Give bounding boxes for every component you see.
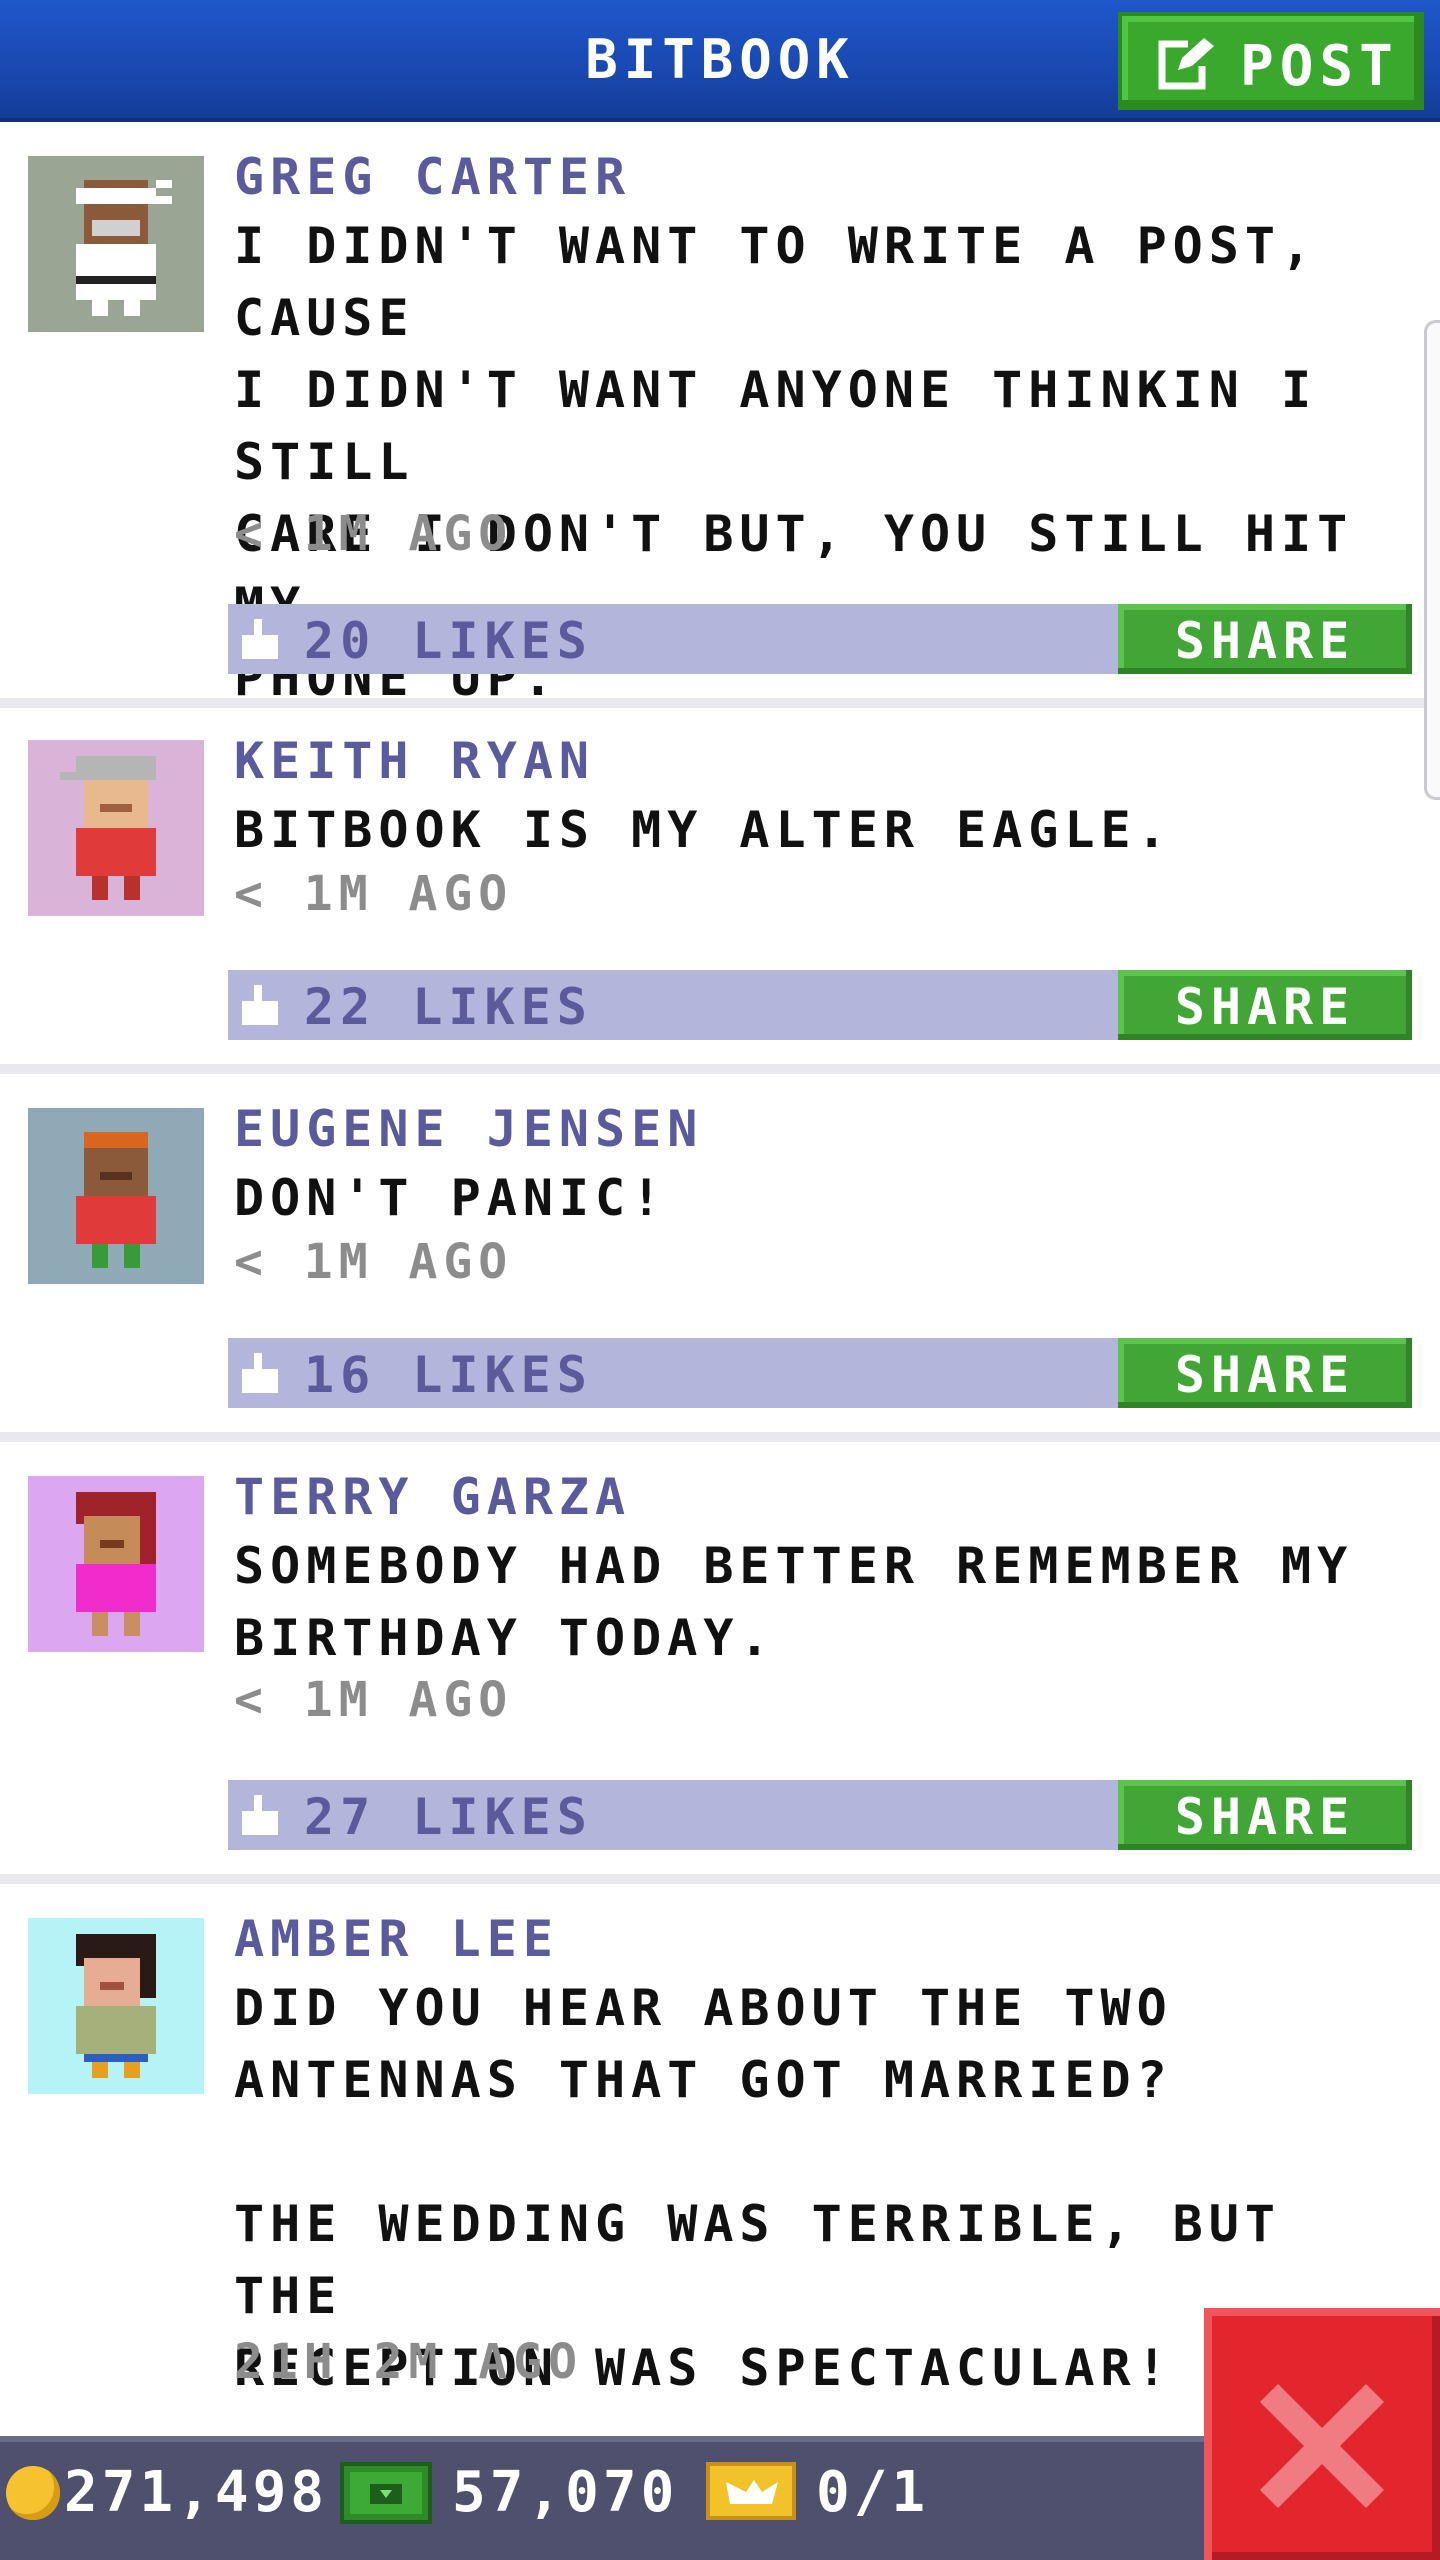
thumbs-up-icon bbox=[242, 985, 278, 1025]
avatar bbox=[28, 1108, 204, 1284]
post-body: DON'T PANIC! bbox=[234, 1169, 668, 1227]
edit-icon bbox=[1158, 36, 1216, 90]
close-icon bbox=[1260, 2384, 1384, 2508]
avatar bbox=[28, 156, 204, 332]
thumbs-up-icon bbox=[242, 1353, 278, 1393]
avatar bbox=[28, 1918, 204, 2094]
share-button[interactable]: SHARE bbox=[1118, 1338, 1412, 1408]
like-count: 22 LIKES bbox=[304, 978, 593, 1036]
like-count: 27 LIKES bbox=[304, 1788, 593, 1846]
bux-icon bbox=[340, 2462, 432, 2524]
close-button[interactable] bbox=[1204, 2308, 1440, 2560]
divider bbox=[0, 1874, 1440, 1884]
share-button[interactable]: SHARE bbox=[1118, 970, 1412, 1040]
like-bar[interactable]: 22 LIKES SHARE bbox=[228, 970, 1412, 1040]
header-bar: BITBOOK POST bbox=[0, 0, 1440, 122]
post-time: < 1M AGO bbox=[234, 866, 514, 922]
share-label: SHARE bbox=[1174, 1346, 1356, 1404]
coin-icon bbox=[6, 2466, 60, 2520]
post-button[interactable]: POST bbox=[1118, 12, 1424, 110]
like-bar[interactable]: 20 LIKES SHARE bbox=[228, 604, 1412, 674]
like-count: 20 LIKES bbox=[304, 612, 593, 670]
post-author[interactable]: KEITH RYAN bbox=[234, 732, 595, 790]
like-bar[interactable]: 27 LIKES SHARE bbox=[228, 1780, 1412, 1850]
share-button[interactable]: SHARE bbox=[1118, 1780, 1412, 1850]
share-label: SHARE bbox=[1174, 1788, 1356, 1846]
post-time: < 1M AGO bbox=[234, 1672, 514, 1728]
post-author[interactable]: AMBER LEE bbox=[234, 1910, 559, 1968]
divider bbox=[0, 1064, 1440, 1074]
scrollbar[interactable] bbox=[1424, 320, 1440, 800]
thumbs-up-icon bbox=[242, 1795, 278, 1835]
divider bbox=[0, 698, 1440, 708]
divider bbox=[0, 1432, 1440, 1442]
post-body: SOMEBODY HAD BETTER REMEMBER MY BIRTHDAY… bbox=[234, 1537, 1354, 1667]
post-author[interactable]: TERRY GARZA bbox=[234, 1468, 631, 1526]
post-time: 21H 2M AGO bbox=[234, 2334, 583, 2390]
ticket-count: 0/1 bbox=[816, 2460, 930, 2525]
thumbs-up-icon bbox=[242, 619, 278, 659]
share-button[interactable]: SHARE bbox=[1118, 604, 1412, 674]
coin-count: 271,498 bbox=[64, 2460, 329, 2525]
bux-count: 57,070 bbox=[452, 2460, 679, 2525]
post-author[interactable]: EUGENE JENSEN bbox=[234, 1100, 703, 1158]
post-body: BITBOOK IS MY ALTER EAGLE. bbox=[234, 801, 1173, 859]
share-label: SHARE bbox=[1174, 978, 1356, 1036]
like-bar[interactable]: 16 LIKES SHARE bbox=[228, 1338, 1412, 1408]
post-author[interactable]: GREG CARTER bbox=[234, 148, 631, 206]
post-time: < 1M AGO bbox=[234, 506, 514, 562]
share-label: SHARE bbox=[1174, 612, 1356, 670]
avatar bbox=[28, 1476, 204, 1652]
post-button-label: POST bbox=[1240, 34, 1399, 99]
ticket-icon bbox=[706, 2462, 796, 2520]
avatar bbox=[28, 740, 204, 916]
post-time: < 1M AGO bbox=[234, 1234, 514, 1290]
like-count: 16 LIKES bbox=[304, 1346, 593, 1404]
